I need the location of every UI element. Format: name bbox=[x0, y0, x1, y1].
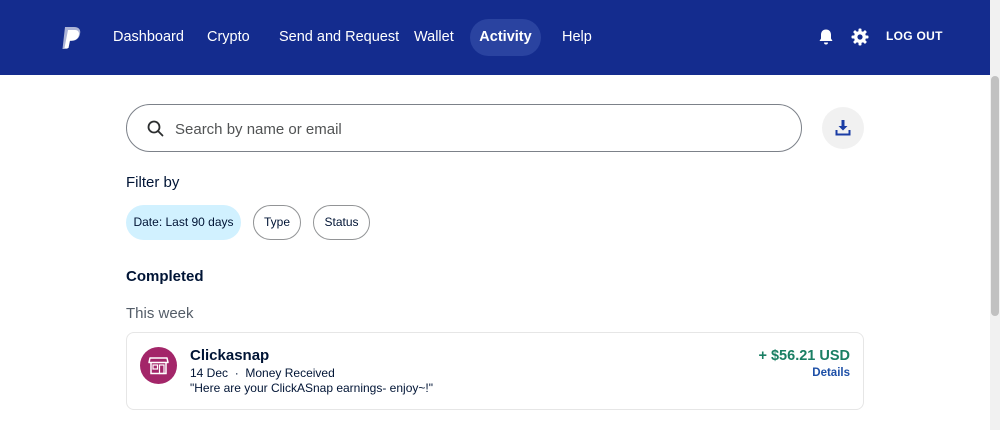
filter-chip-status[interactable]: Status bbox=[313, 205, 370, 240]
search-icon bbox=[147, 120, 164, 137]
filter-chip-date[interactable]: Date: Last 90 days bbox=[126, 205, 241, 240]
search-input[interactable] bbox=[173, 105, 777, 153]
nav-crypto[interactable]: Crypto bbox=[194, 19, 263, 56]
nav-wallet[interactable]: Wallet bbox=[401, 19, 467, 56]
transaction-amount: + $56.21 USD bbox=[758, 348, 851, 364]
gear-icon[interactable] bbox=[851, 28, 869, 46]
nav-help[interactable]: Help bbox=[549, 19, 605, 56]
nav-send-and-request[interactable]: Send and Request bbox=[266, 19, 412, 56]
group-label-this-week: This week bbox=[126, 305, 194, 322]
search-box[interactable] bbox=[126, 104, 802, 153]
details-link[interactable]: Details bbox=[812, 367, 850, 379]
filter-by-label: Filter by bbox=[126, 174, 180, 191]
scrollbar-thumb[interactable] bbox=[991, 76, 999, 316]
transaction-meta: 14 Dec · Money Received bbox=[190, 366, 335, 380]
paypal-logo-icon[interactable] bbox=[58, 25, 84, 51]
download-icon bbox=[835, 120, 851, 136]
filter-chip-type[interactable]: Type bbox=[253, 205, 301, 240]
transaction-name: Clickasnap bbox=[190, 347, 270, 364]
section-title-completed: Completed bbox=[126, 268, 204, 285]
top-navigation-bar: Dashboard Crypto Send and Request Wallet… bbox=[0, 0, 990, 75]
merchant-avatar bbox=[140, 347, 177, 384]
nav-dashboard[interactable]: Dashboard bbox=[100, 19, 197, 56]
storefront-icon bbox=[148, 357, 169, 375]
nav-activity[interactable]: Activity bbox=[470, 19, 541, 56]
download-button[interactable] bbox=[822, 107, 864, 149]
transaction-note: "Here are your ClickASnap earnings- enjo… bbox=[190, 381, 433, 395]
logout-button[interactable]: LOG OUT bbox=[886, 29, 943, 43]
transaction-type: Money Received bbox=[245, 366, 335, 380]
transaction-date: 14 Dec bbox=[190, 366, 229, 380]
meta-separator: · bbox=[234, 366, 239, 380]
bell-icon[interactable] bbox=[817, 28, 835, 46]
transaction-row[interactable]: Clickasnap 14 Dec · Money Received "Here… bbox=[126, 332, 864, 410]
